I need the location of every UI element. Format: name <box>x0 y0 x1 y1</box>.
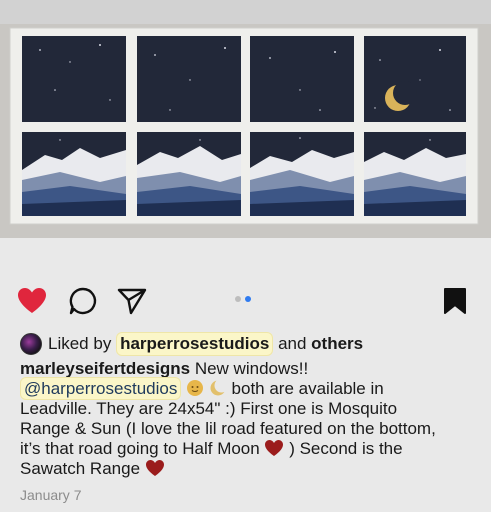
caption-line: Range & Sun (I love the lil road feature… <box>20 419 436 438</box>
liked-by-row: Liked by harperrosestudios and others <box>20 332 363 356</box>
caption-line: Leadville. They are 24x54" :) First one … <box>20 399 398 418</box>
post-date: January 7 <box>20 487 82 503</box>
caption-line: it’s that road going to Half Moon ) Seco… <box>20 439 475 459</box>
red-heart-emoji <box>145 459 165 482</box>
mention-link[interactable]: @harperrosestudios <box>20 377 182 400</box>
heart-icon <box>18 288 46 313</box>
save-button[interactable] <box>439 283 471 319</box>
liked-by-user-link[interactable]: harperrosestudios <box>116 332 274 356</box>
bookmark-icon <box>444 288 466 314</box>
caption-text: Sawatch Range <box>20 459 141 478</box>
caption-text: New windows!! <box>194 359 309 378</box>
liked-by-others-link[interactable]: others <box>311 334 363 354</box>
caption-line: Sawatch Range <box>20 459 475 479</box>
avatar[interactable] <box>20 333 42 355</box>
caption-line: marleyseifertdesigns New windows!! <box>20 359 475 379</box>
carousel-dot-active[interactable] <box>245 296 251 302</box>
window-painting <box>0 0 491 238</box>
author-username-link[interactable]: marleyseifertdesigns <box>20 359 190 378</box>
like-button[interactable] <box>16 283 48 319</box>
comment-icon <box>69 287 97 315</box>
liked-by-prefix: Liked by <box>48 334 112 353</box>
paper-plane-icon <box>117 288 147 315</box>
caption-text: it’s that road going to Half Moon <box>20 439 260 458</box>
post-image[interactable] <box>0 0 491 238</box>
post-caption: marleyseifertdesigns New windows!! @harp… <box>20 359 475 479</box>
caption-text: both are available in <box>231 379 384 398</box>
liked-by-and: and <box>278 334 307 353</box>
carousel-indicator <box>235 296 251 302</box>
caption-line: @harperrosestudios both are available in <box>20 377 475 400</box>
comment-button[interactable] <box>67 283 99 319</box>
caption-text: ) Second is the <box>289 439 403 458</box>
carousel-dot[interactable] <box>235 296 241 302</box>
share-button[interactable] <box>116 283 148 319</box>
red-heart-emoji <box>264 439 284 462</box>
